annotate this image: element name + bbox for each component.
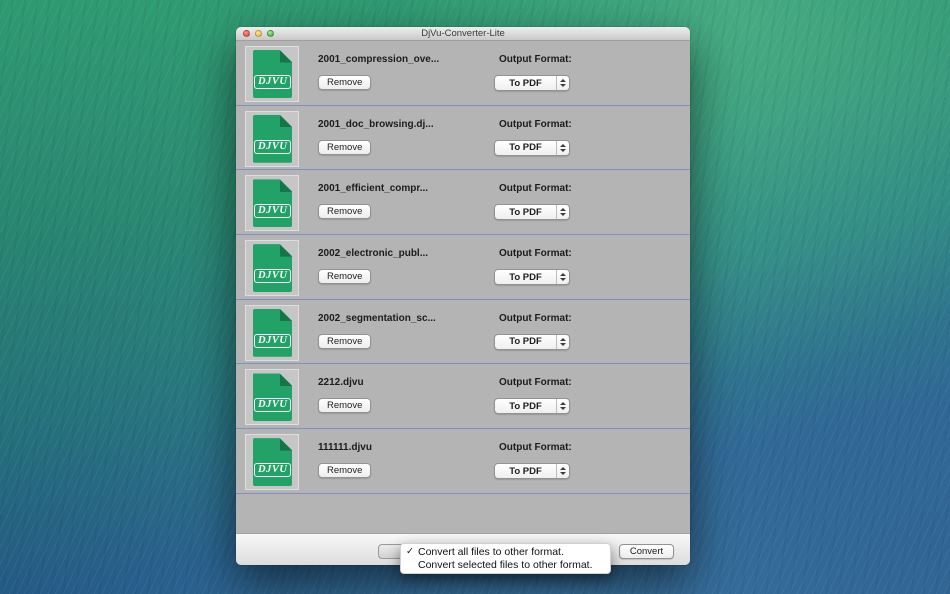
djvu-page-shape: DJVU bbox=[253, 244, 292, 292]
window-title: DjVu-Converter-Lite bbox=[236, 27, 690, 41]
output-format-label: Output Format: bbox=[499, 377, 572, 388]
stepper-arrows-icon bbox=[556, 141, 569, 155]
remove-button[interactable]: Remove bbox=[318, 75, 371, 90]
file-list: DJVU 2001_compression_ove... Remove Outp… bbox=[236, 41, 690, 533]
output-format-select[interactable]: To PDF bbox=[494, 269, 570, 285]
checkmark-icon: ✓ bbox=[406, 546, 418, 557]
output-format-select[interactable]: To PDF bbox=[494, 334, 570, 350]
file-name: 111111.djvu bbox=[318, 442, 372, 453]
file-row: DJVU 2002_electronic_publ... Remove Outp… bbox=[236, 235, 690, 300]
djvu-page-shape: DJVU bbox=[253, 50, 292, 98]
remove-button[interactable]: Remove bbox=[318, 269, 371, 284]
menu-item-label: Convert all files to other format. bbox=[418, 546, 564, 558]
file-name: 2001_doc_browsing.dj... bbox=[318, 119, 434, 130]
file-row: DJVU 2002_segmentation_sc... Remove Outp… bbox=[236, 300, 690, 365]
menu-item-convert-selected[interactable]: Convert selected files to other format. bbox=[401, 559, 610, 573]
output-format-select[interactable]: To PDF bbox=[494, 75, 570, 91]
format-value: To PDF bbox=[495, 78, 556, 89]
format-value: To PDF bbox=[495, 401, 556, 412]
djvu-page-shape: DJVU bbox=[253, 179, 292, 227]
title-bar[interactable]: DjVu-Converter-Lite bbox=[236, 27, 690, 41]
djvu-file-icon: DJVU bbox=[245, 434, 299, 490]
format-value: To PDF bbox=[495, 272, 556, 283]
djvu-file-icon: DJVU bbox=[245, 175, 299, 231]
djvu-file-icon: DJVU bbox=[245, 305, 299, 361]
file-name: 2001_compression_ove... bbox=[318, 54, 439, 65]
convert-button[interactable]: Convert bbox=[619, 544, 674, 559]
output-format-label: Output Format: bbox=[499, 313, 572, 324]
file-name: 2001_efficient_compr... bbox=[318, 183, 428, 194]
page-fold-corner bbox=[280, 179, 293, 192]
djvu-page-shape: DJVU bbox=[253, 373, 292, 421]
djvu-icon-label: DJVU bbox=[254, 75, 291, 89]
djvu-file-icon: DJVU bbox=[245, 240, 299, 296]
output-format-select[interactable]: To PDF bbox=[494, 398, 570, 414]
output-format-label: Output Format: bbox=[499, 442, 572, 453]
page-fold-corner bbox=[280, 309, 293, 322]
djvu-file-icon: DJVU bbox=[245, 369, 299, 425]
page-fold-corner bbox=[280, 244, 293, 257]
stepper-arrows-icon bbox=[556, 76, 569, 90]
remove-button[interactable]: Remove bbox=[318, 204, 371, 219]
remove-button[interactable]: Remove bbox=[318, 463, 371, 478]
footer-bar: Convert ✓ Convert all files to other for… bbox=[236, 533, 690, 565]
djvu-icon-label: DJVU bbox=[254, 398, 291, 412]
remove-button[interactable]: Remove bbox=[318, 140, 371, 155]
djvu-file-icon: DJVU bbox=[245, 111, 299, 167]
file-row: DJVU 111111.djvu Remove Output Format: T… bbox=[236, 429, 690, 494]
djvu-icon-label: DJVU bbox=[254, 140, 291, 154]
format-value: To PDF bbox=[495, 336, 556, 347]
menu-item-label: Convert selected files to other format. bbox=[418, 559, 593, 571]
file-row: DJVU 2212.djvu Remove Output Format: To … bbox=[236, 364, 690, 429]
djvu-page-shape: DJVU bbox=[253, 115, 292, 163]
window: DjVu-Converter-Lite DJVU 2001_compressio… bbox=[236, 27, 690, 565]
traffic-lights bbox=[243, 30, 274, 37]
close-button[interactable] bbox=[243, 30, 250, 37]
djvu-page-shape: DJVU bbox=[253, 438, 292, 486]
page-fold-corner bbox=[280, 50, 293, 63]
output-format-label: Output Format: bbox=[499, 119, 572, 130]
format-value: To PDF bbox=[495, 466, 556, 477]
stepper-arrows-icon bbox=[556, 399, 569, 413]
file-row: DJVU 2001_doc_browsing.dj... Remove Outp… bbox=[236, 106, 690, 171]
minimize-button[interactable] bbox=[255, 30, 262, 37]
file-name: 2002_segmentation_sc... bbox=[318, 313, 436, 324]
stepper-arrows-icon bbox=[556, 270, 569, 284]
page-fold-corner bbox=[280, 115, 293, 128]
djvu-icon-label: DJVU bbox=[254, 463, 291, 477]
page-fold-corner bbox=[280, 373, 293, 386]
output-format-label: Output Format: bbox=[499, 54, 572, 65]
format-value: To PDF bbox=[495, 207, 556, 218]
djvu-icon-label: DJVU bbox=[254, 269, 291, 283]
output-format-label: Output Format: bbox=[499, 248, 572, 259]
output-format-select[interactable]: To PDF bbox=[494, 204, 570, 220]
output-format-select[interactable]: To PDF bbox=[494, 463, 570, 479]
format-value: To PDF bbox=[495, 142, 556, 153]
file-name: 2212.djvu bbox=[318, 377, 364, 388]
stepper-arrows-icon bbox=[556, 464, 569, 478]
zoom-button[interactable] bbox=[267, 30, 274, 37]
output-format-label: Output Format: bbox=[499, 183, 572, 194]
remove-button[interactable]: Remove bbox=[318, 334, 371, 349]
remove-button[interactable]: Remove bbox=[318, 398, 371, 413]
menu-item-convert-all[interactable]: ✓ Convert all files to other format. bbox=[401, 545, 610, 559]
page-fold-corner bbox=[280, 438, 293, 451]
djvu-file-icon: DJVU bbox=[245, 46, 299, 102]
convert-mode-menu: ✓ Convert all files to other format. Con… bbox=[400, 543, 611, 574]
stepper-arrows-icon bbox=[556, 335, 569, 349]
file-name: 2002_electronic_publ... bbox=[318, 248, 428, 259]
djvu-icon-label: DJVU bbox=[254, 204, 291, 218]
stepper-arrows-icon bbox=[556, 205, 569, 219]
djvu-page-shape: DJVU bbox=[253, 309, 292, 357]
file-row: DJVU 2001_efficient_compr... Remove Outp… bbox=[236, 170, 690, 235]
desktop-wallpaper: { "window": { "title": "DjVu-Converter-L… bbox=[0, 0, 950, 594]
djvu-icon-label: DJVU bbox=[254, 334, 291, 348]
output-format-select[interactable]: To PDF bbox=[494, 140, 570, 156]
file-row: DJVU 2001_compression_ove... Remove Outp… bbox=[236, 41, 690, 106]
